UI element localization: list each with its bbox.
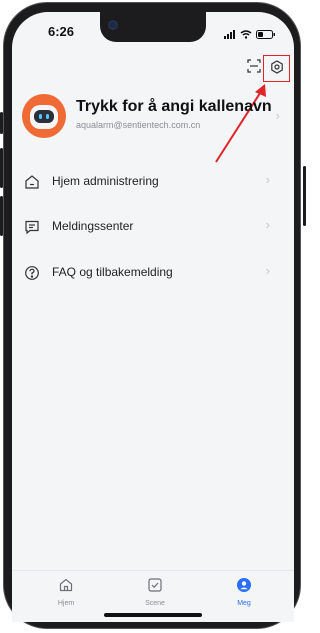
tab-home[interactable]: Hjem bbox=[36, 577, 96, 607]
chevron-right-icon: › bbox=[265, 172, 270, 187]
menu-label: FAQ og tilbakemelding bbox=[52, 265, 173, 279]
help-icon bbox=[24, 265, 40, 281]
tab-label: Meg bbox=[237, 600, 251, 607]
menu-item-home-management[interactable]: Hjem administrering › bbox=[22, 168, 282, 196]
menu-label: Hjem administrering bbox=[52, 174, 159, 188]
camera-icon bbox=[108, 20, 118, 30]
tab-me[interactable]: Meg bbox=[214, 577, 274, 607]
profile-header[interactable]: Trykk for å angi kallenavn aqualarm@sent… bbox=[22, 94, 282, 140]
signal-icon bbox=[224, 26, 236, 44]
menu-item-message-center[interactable]: Meldingssenter › bbox=[22, 213, 282, 241]
tab-label: Scene bbox=[145, 600, 165, 607]
annotation-highlight-box bbox=[263, 55, 290, 82]
chevron-right-icon: › bbox=[265, 217, 270, 232]
chevron-right-icon: › bbox=[275, 108, 280, 123]
scan-button[interactable] bbox=[244, 58, 264, 78]
menu-item-faq-feedback[interactable]: FAQ og tilbakemelding › bbox=[22, 259, 282, 287]
message-icon bbox=[24, 219, 40, 235]
home-icon bbox=[24, 174, 40, 190]
tab-scene[interactable]: Scene bbox=[125, 577, 185, 607]
side-button-right bbox=[303, 166, 306, 226]
avatar[interactable] bbox=[22, 94, 66, 138]
home-indicator bbox=[104, 613, 202, 617]
wifi-icon bbox=[240, 26, 252, 44]
scene-check-icon bbox=[147, 578, 163, 597]
avatar-eye-right bbox=[46, 114, 49, 119]
chevron-right-icon: › bbox=[265, 263, 270, 278]
battery-icon bbox=[256, 26, 276, 44]
tab-label: Hjem bbox=[57, 600, 75, 607]
scan-icon bbox=[247, 58, 261, 78]
menu-label: Meldingssenter bbox=[52, 219, 134, 233]
profile-name[interactable]: Trykk for å angi kallenavn bbox=[76, 98, 272, 116]
status-time: 6:26 bbox=[48, 24, 75, 39]
avatar-robot-face bbox=[34, 110, 54, 123]
avatar-eye-left bbox=[39, 114, 42, 119]
person-icon bbox=[236, 578, 252, 597]
status-icons bbox=[224, 26, 276, 44]
home-icon bbox=[58, 578, 74, 597]
profile-email: aqualarm@sentientech.com.cn bbox=[76, 120, 201, 130]
